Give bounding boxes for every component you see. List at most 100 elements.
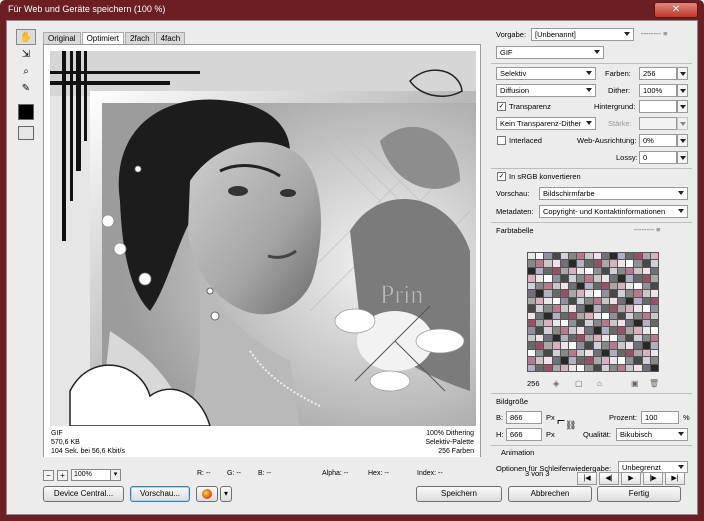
color-swatch[interactable]	[577, 312, 585, 319]
color-swatch[interactable]	[552, 342, 560, 349]
color-swatch[interactable]	[634, 349, 642, 357]
color-swatch[interactable]	[650, 327, 658, 334]
color-swatch[interactable]	[601, 342, 609, 349]
transparency-dither-select[interactable]: Kein Transparenz-Dither	[496, 117, 596, 130]
format-select[interactable]: GIF	[496, 46, 604, 59]
color-swatch[interactable]	[634, 342, 642, 349]
color-swatch[interactable]	[642, 357, 650, 364]
color-swatch[interactable]	[642, 349, 650, 357]
color-swatch[interactable]	[585, 282, 593, 290]
transparency-checkbox[interactable]: ✓	[497, 102, 506, 111]
color-swatch[interactable]	[552, 275, 560, 282]
color-swatch[interactable]	[577, 327, 585, 334]
done-button[interactable]: Fertig	[597, 486, 681, 502]
color-swatch[interactable]	[552, 334, 560, 342]
color-swatch[interactable]	[601, 334, 609, 342]
color-swatch[interactable]	[593, 305, 601, 312]
color-swatch[interactable]	[536, 312, 544, 319]
color-swatch[interactable]	[585, 327, 593, 334]
constrain-link-icon[interactable]: ⌐	[557, 413, 565, 427]
color-swatch[interactable]	[634, 267, 642, 275]
color-swatch[interactable]	[560, 260, 568, 267]
color-swatch[interactable]	[585, 297, 593, 305]
dither-dropdown[interactable]	[677, 84, 688, 97]
preview-mode-select[interactable]: Bildschirmfarbe	[539, 187, 688, 200]
first-frame-button[interactable]: |◀	[577, 472, 597, 485]
color-swatch[interactable]	[544, 282, 552, 290]
color-swatch[interactable]	[593, 297, 601, 305]
color-swatch[interactable]	[536, 357, 544, 364]
color-swatch[interactable]	[544, 327, 552, 334]
color-swatch[interactable]	[609, 253, 618, 260]
color-swatch[interactable]	[528, 253, 536, 260]
color-swatch[interactable]	[618, 305, 626, 312]
color-swatch[interactable]	[626, 364, 634, 371]
color-swatch[interactable]	[544, 349, 552, 357]
color-swatch[interactable]	[536, 275, 544, 282]
color-swatch[interactable]	[585, 312, 593, 319]
color-swatch[interactable]	[618, 282, 626, 290]
color-swatch[interactable]	[626, 312, 634, 319]
color-swatch[interactable]	[536, 364, 544, 371]
color-swatch[interactable]	[577, 297, 585, 305]
color-swatch[interactable]	[650, 297, 658, 305]
color-swatch[interactable]	[650, 290, 658, 297]
color-swatch[interactable]	[609, 267, 618, 275]
color-swatch[interactable]	[626, 275, 634, 282]
color-swatch[interactable]	[626, 290, 634, 297]
color-swatch[interactable]	[626, 253, 634, 260]
color-swatch[interactable]	[536, 305, 544, 312]
color-swatch[interactable]	[609, 305, 618, 312]
play-button[interactable]: ▶	[621, 472, 641, 485]
color-swatch[interactable]	[626, 327, 634, 334]
color-swatch[interactable]	[650, 364, 658, 371]
color-swatch[interactable]	[634, 260, 642, 267]
color-swatch[interactable]	[528, 342, 536, 349]
color-swatch[interactable]	[577, 253, 585, 260]
color-swatch[interactable]	[634, 253, 642, 260]
color-swatch[interactable]	[568, 342, 577, 349]
tab-original[interactable]: Original	[43, 32, 81, 44]
color-swatch[interactable]	[560, 253, 568, 260]
color-swatch[interactable]	[577, 349, 585, 357]
color-swatch[interactable]	[552, 349, 560, 357]
color-swatch[interactable]	[560, 275, 568, 282]
color-swatch[interactable]	[650, 319, 658, 327]
tab-optimized[interactable]: Optimiert	[81, 32, 125, 44]
color-swatch[interactable]	[552, 267, 560, 275]
color-swatch[interactable]	[593, 357, 601, 364]
device-central-button[interactable]: Device Central...	[43, 486, 124, 502]
add-eyedropper-color-icon[interactable]: ⌂	[597, 379, 602, 388]
color-swatch[interactable]	[577, 305, 585, 312]
zoom-level-field[interactable]: 100%	[71, 469, 111, 481]
color-swatch[interactable]	[626, 342, 634, 349]
previous-frame-button[interactable]: ◀|	[599, 472, 619, 485]
lossy-field[interactable]: 0	[639, 151, 677, 164]
color-swatch[interactable]	[552, 297, 560, 305]
colors-field[interactable]: 256	[639, 67, 677, 80]
color-swatch[interactable]	[609, 282, 618, 290]
color-swatch[interactable]	[528, 349, 536, 357]
color-swatch[interactable]	[626, 349, 634, 357]
color-swatch[interactable]	[650, 334, 658, 342]
color-swatch[interactable]	[568, 282, 577, 290]
color-swatch[interactable]	[536, 349, 544, 357]
color-swatch[interactable]	[552, 364, 560, 371]
color-swatch[interactable]	[560, 342, 568, 349]
delete-color-icon[interactable]: 🗑	[649, 379, 659, 388]
color-swatch[interactable]	[626, 297, 634, 305]
interlaced-checkbox[interactable]	[497, 136, 506, 145]
browser-menu-dropdown[interactable]: ▾	[220, 486, 232, 502]
color-swatch[interactable]	[536, 290, 544, 297]
color-swatch[interactable]	[560, 319, 568, 327]
toggle-slices-visibility-button[interactable]	[18, 126, 34, 140]
color-swatch[interactable]	[536, 327, 544, 334]
color-swatch[interactable]	[634, 327, 642, 334]
color-swatch[interactable]	[601, 349, 609, 357]
color-swatch[interactable]	[552, 305, 560, 312]
color-swatch[interactable]	[577, 364, 585, 371]
color-swatch[interactable]	[577, 357, 585, 364]
color-swatch[interactable]	[544, 275, 552, 282]
color-swatch[interactable]	[568, 312, 577, 319]
color-swatch[interactable]	[568, 334, 577, 342]
